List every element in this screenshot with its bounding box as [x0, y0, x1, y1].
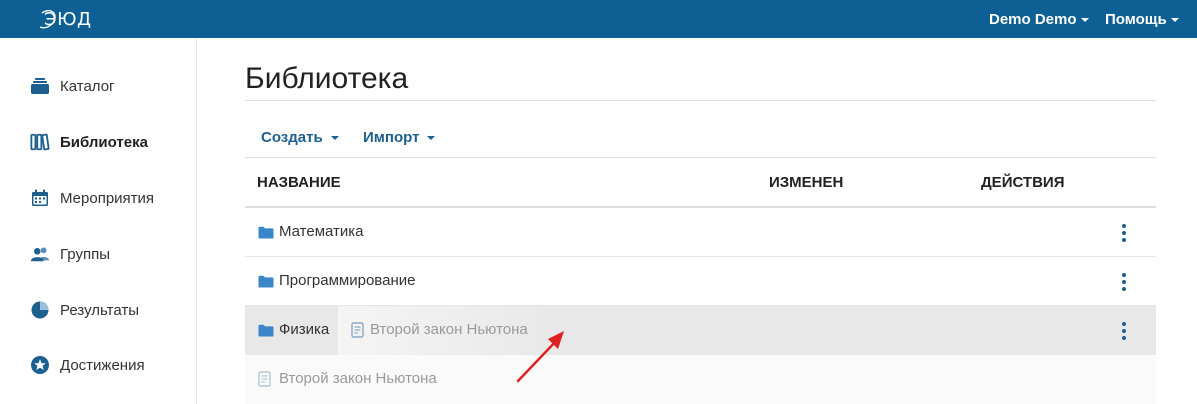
pie-chart-icon: [30, 300, 50, 320]
ghost-item-label: Второй закон Ньютона: [279, 370, 437, 387]
column-header-name[interactable]: НАЗВАНИЕ: [257, 174, 341, 191]
page-title: Библиотека: [245, 62, 409, 95]
caret-down-icon: [427, 135, 436, 140]
sidebar: Каталог Библиотека Мероприятия Группы Ре…: [0, 38, 197, 404]
drag-ghost-row: Второй закон Ньютона: [245, 355, 1156, 404]
row-name[interactable]: Математика: [279, 223, 364, 240]
annotation-arrow-icon: [516, 331, 564, 383]
library-icon: [30, 132, 50, 152]
logo-swoosh-icon: [39, 9, 56, 29]
import-button-label: Импорт: [363, 128, 420, 146]
create-button[interactable]: Создать: [261, 126, 339, 148]
sidebar-item-label: Результаты: [60, 301, 139, 319]
import-button[interactable]: Импорт: [363, 126, 436, 148]
sidebar-item-catalog[interactable]: Каталог: [0, 66, 196, 106]
caret-down-icon: [1080, 18, 1089, 22]
sidebar-item-results[interactable]: Результаты: [0, 290, 196, 330]
sidebar-item-label: Достижения: [60, 356, 145, 374]
help-menu-label: Помощь: [1105, 10, 1167, 28]
user-menu[interactable]: Demo Demo: [989, 0, 1089, 38]
sidebar-item-label: Библиотека: [60, 133, 148, 151]
column-header-actions: ДЕЙСТВИЯ: [981, 174, 1065, 191]
star-icon: [30, 355, 50, 375]
help-menu[interactable]: Помощь: [1105, 0, 1179, 38]
users-icon: [30, 244, 50, 264]
divider: [245, 157, 1156, 158]
user-menu-label: Demo Demo: [989, 10, 1077, 28]
folder-icon: [258, 275, 274, 288]
app-logo[interactable]: ЭЮД: [39, 7, 92, 31]
table-row-drop-target[interactable]: Физика Второй закон Ньютона: [245, 306, 1156, 355]
create-button-label: Создать: [261, 128, 323, 146]
divider: [245, 100, 1156, 101]
document-icon: [351, 322, 364, 338]
catalog-icon: [30, 76, 50, 96]
column-header-modified[interactable]: ИЗМЕНЕН: [769, 174, 843, 191]
sidebar-item-label: Каталог: [60, 77, 115, 95]
table-row[interactable]: Математика: [245, 208, 1156, 257]
sidebar-item-label: Группы: [60, 245, 110, 263]
table-row[interactable]: Программирование: [245, 257, 1156, 306]
caret-down-icon: [1170, 18, 1179, 22]
folder-icon: [258, 324, 274, 337]
row-name[interactable]: Программирование: [279, 272, 415, 289]
sidebar-item-events[interactable]: Мероприятия: [0, 178, 196, 218]
row-actions-menu-icon[interactable]: [1117, 273, 1131, 291]
calendar-icon: [30, 188, 50, 208]
sidebar-item-label: Мероприятия: [60, 189, 155, 207]
caret-down-icon: [330, 135, 339, 140]
document-icon: [258, 371, 271, 387]
row-actions-menu-icon[interactable]: [1117, 224, 1131, 242]
sidebar-item-groups[interactable]: Группы: [0, 234, 196, 274]
top-navbar: ЭЮД Demo Demo Помощь: [0, 0, 1197, 38]
row-actions-menu-icon[interactable]: [1117, 322, 1131, 340]
sidebar-item-achievements[interactable]: Достижения: [0, 345, 196, 385]
sidebar-item-library[interactable]: Библиотека: [0, 122, 196, 162]
row-name[interactable]: Физика: [279, 321, 329, 338]
folder-icon: [258, 226, 274, 239]
dragged-item-label: Второй закон Ньютона: [370, 321, 528, 338]
